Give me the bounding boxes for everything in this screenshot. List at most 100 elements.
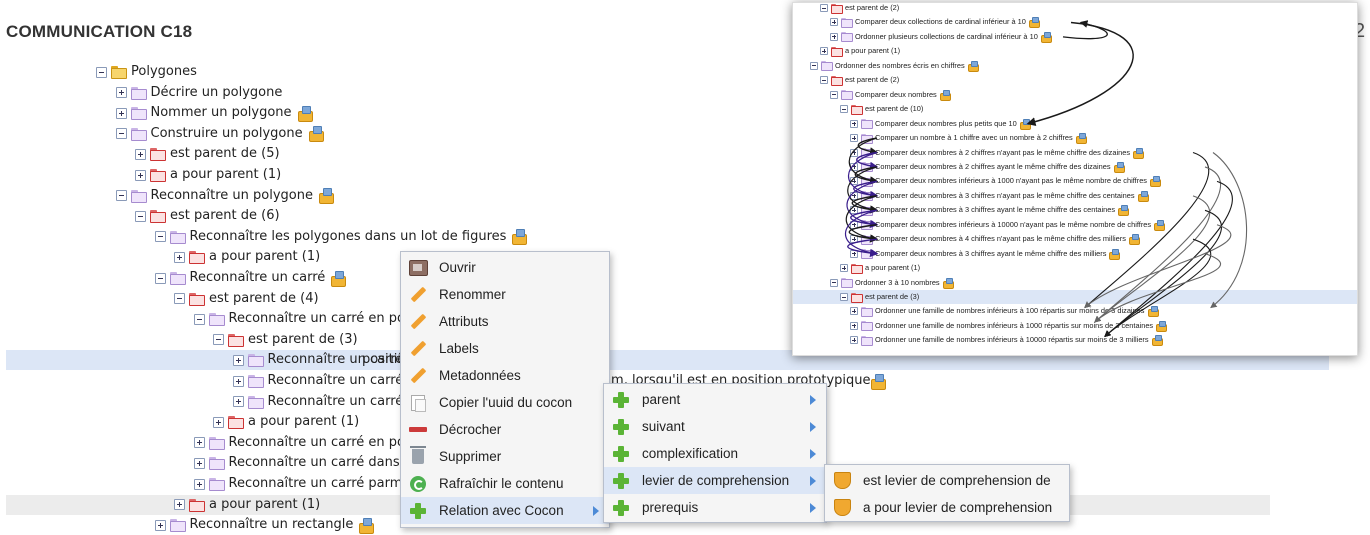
expand-toggle-icon[interactable] [135, 148, 146, 160]
plus-icon-shape [613, 391, 629, 408]
tree-node[interactable]: Nommer un polygone [115, 103, 313, 123]
menu-item[interactable]: Relation avec Cocon [401, 497, 609, 524]
tree-node[interactable]: Construire un polygone [115, 124, 324, 144]
tree-node[interactable]: est parent de (5) [135, 144, 280, 164]
collapse-toggle-icon[interactable] [115, 128, 127, 140]
tree-node-label: Reconnaître un carré [189, 270, 326, 285]
menu-item[interactable]: Ouvrir [401, 254, 609, 281]
menu-item[interactable]: parent [604, 386, 826, 413]
collapse-toggle-icon[interactable] [115, 190, 127, 202]
tree-node[interactable]: Reconnaître un polygone [115, 186, 334, 206]
tree-node-label: Polygones [131, 64, 197, 79]
folder-icon [189, 251, 205, 265]
tree-node[interactable]: Reconnaître un carré [154, 268, 347, 288]
folder-icon [169, 230, 186, 244]
submenu-arrow-icon [810, 503, 816, 513]
menu-item[interactable]: Attributs [401, 308, 609, 335]
menu-item[interactable]: Copier l'uuid du cocon [401, 389, 609, 416]
collapse-toggle-icon[interactable] [213, 334, 224, 346]
menu-item[interactable]: Labels [401, 335, 609, 362]
collapse-toggle-icon[interactable] [154, 272, 166, 284]
relation-arrow [1104, 209, 1222, 338]
menu-item[interactable]: prerequis [604, 494, 826, 521]
tree-node[interactable]: Polygones [96, 62, 197, 82]
menu-item[interactable]: Supprimer [401, 443, 609, 470]
folder-icon [247, 354, 264, 368]
expand-toggle-icon[interactable] [193, 457, 205, 469]
menu-item[interactable]: a pour levier de comprehension [825, 494, 1069, 521]
metadata-badge-icon [308, 126, 324, 143]
folder-icon [228, 333, 244, 347]
open-icon [407, 257, 429, 279]
tree-node[interactable]: Reconnaître les polygones dans un lot de… [154, 227, 528, 247]
tree-node-label: Décrire un polygone [150, 84, 283, 100]
tree-node[interactable]: Reconnaître un rectangle [154, 515, 375, 535]
relation-arrow [845, 209, 879, 257]
metadata-badge-icon [511, 229, 528, 246]
menu-item[interactable]: Renommer [401, 281, 609, 308]
plus-icon-shape [613, 418, 629, 435]
submenu-arrow-icon [810, 476, 816, 486]
expand-toggle-icon[interactable] [154, 519, 166, 531]
tree-node-label: est parent de (3) [248, 331, 358, 347]
menu-item-label: a pour levier de comprehension [863, 500, 1053, 515]
menu-item[interactable]: est levier de comprehension de [825, 467, 1069, 494]
expand-toggle-icon[interactable] [213, 416, 224, 428]
expand-toggle-icon[interactable] [232, 396, 244, 408]
tree-node[interactable]: Reconnaître un carré parmi des [193, 474, 433, 494]
tree-node-label: a pour parent (1) [248, 414, 360, 430]
tree-node[interactable]: a pour parent (1) [174, 247, 320, 267]
relation-arrow [1104, 180, 1233, 338]
metadata-badge-icon [330, 270, 347, 287]
minus-icon [407, 419, 429, 441]
pencil-icon [407, 338, 429, 360]
plus-icon-shape [613, 499, 629, 516]
menu-item[interactable]: complexification [604, 440, 826, 467]
menu-item[interactable]: Décrocher [401, 416, 609, 443]
submenu-arrow-icon [810, 449, 816, 459]
relation-submenu: parent suivant complexification levier de c… [603, 383, 827, 523]
tree-node-label: Reconnaître un rectangle [189, 517, 354, 533]
tree-node[interactable]: est parent de (3) [213, 330, 358, 350]
tree-node-label: est parent de (6) [170, 208, 280, 224]
plus-icon-shape [613, 445, 629, 462]
folder-icon [208, 478, 225, 491]
expand-toggle-icon[interactable] [174, 251, 185, 263]
menu-item[interactable]: suivant [604, 413, 826, 440]
folder-icon [208, 457, 225, 471]
pencil-icon-shape [410, 368, 426, 384]
menu-item[interactable]: levier de comprehension [604, 467, 826, 494]
expand-toggle-icon[interactable] [232, 375, 244, 387]
pencil-icon [407, 365, 429, 387]
tree-node[interactable]: est parent de (6) [135, 206, 280, 226]
tree-node-label: Reconnaître les polygones dans un lot de… [189, 228, 507, 244]
collapse-toggle-icon[interactable] [174, 293, 185, 305]
expand-toggle-icon[interactable] [174, 499, 185, 511]
relation-arrow [1026, 21, 1134, 127]
menu-item[interactable]: Rafraîchir le contenu [401, 470, 609, 497]
folder-icon [130, 107, 147, 121]
expand-toggle-icon[interactable] [193, 437, 205, 449]
tree-node[interactable]: Décrire un polygone [115, 83, 283, 103]
expand-toggle-icon[interactable] [135, 169, 146, 181]
page-title: COMMUNICATION C18 [6, 22, 193, 41]
expand-toggle-icon[interactable] [232, 354, 244, 366]
menu-item-label: Labels [439, 341, 479, 356]
tree-node[interactable]: a pour parent (1) [135, 165, 281, 185]
expand-toggle-icon[interactable] [193, 478, 205, 490]
collapse-toggle-icon[interactable] [135, 210, 146, 222]
expand-toggle-icon[interactable] [115, 107, 127, 119]
submenu-arrow-icon [593, 506, 599, 516]
expand-toggle-icon[interactable] [115, 87, 127, 99]
relation-arrow [848, 151, 879, 199]
tree-node[interactable]: a pour parent (1) [213, 412, 359, 432]
collapse-toggle-icon[interactable] [193, 313, 205, 325]
menu-item[interactable]: Metadonnées [401, 362, 609, 389]
folder-icon [189, 498, 205, 512]
relation-arrow [1210, 152, 1248, 309]
folder-icon [208, 436, 225, 450]
collapse-toggle-icon[interactable] [154, 231, 166, 243]
tree-node[interactable]: est parent de (4) [174, 289, 319, 309]
collapse-toggle-icon[interactable] [96, 66, 107, 78]
tree-node-label: a pour parent (1) [209, 496, 321, 512]
